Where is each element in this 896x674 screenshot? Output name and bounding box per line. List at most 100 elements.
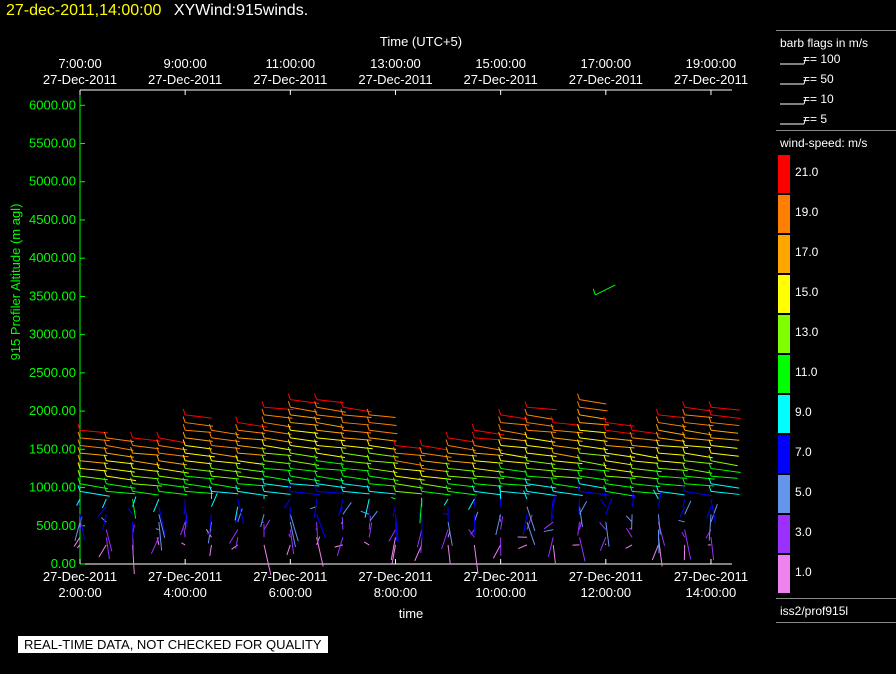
wind-barb [237, 445, 266, 450]
wind-barb [342, 429, 372, 434]
x-tick-time: 12:00:00 [581, 585, 632, 600]
barb-flag [314, 393, 318, 400]
wind-barb [552, 544, 556, 564]
barb-legend-label: == 50 [803, 72, 834, 86]
color-legend-label: 7.0 [795, 445, 812, 459]
wind-barb [518, 544, 528, 549]
color-legend-label: 5.0 [795, 485, 812, 499]
wind-barb [158, 521, 163, 551]
wind-barb [185, 437, 213, 442]
wind-barb [150, 537, 160, 554]
wind-profiler-chart: 0.00500.001000.001500.002000.002500.0030… [8, 34, 748, 621]
barb-flag [261, 431, 265, 439]
wind-barb [211, 475, 239, 480]
barb-flag [524, 416, 528, 423]
wind-barb [391, 496, 396, 500]
wind-barb [79, 445, 108, 450]
wind-barb [579, 437, 608, 442]
wind-barb [658, 452, 685, 456]
wind-barb [684, 460, 713, 465]
wind-barb [526, 406, 557, 411]
quality-disclaimer: REAL-TIME DATA, NOT CHECKED FOR QUALITY [18, 636, 328, 653]
wind-barb [263, 467, 292, 472]
barb-flag [393, 446, 396, 454]
wind-barb [286, 544, 291, 556]
wind-barb [363, 541, 370, 546]
wind-barb [106, 445, 134, 451]
wind-barb [395, 490, 423, 495]
barb-flag [182, 477, 186, 484]
wind-barb [553, 422, 580, 426]
barb-flag [708, 401, 712, 408]
barb-flag [366, 454, 370, 461]
wind-barb [710, 490, 740, 495]
top-tick-time: 7:00:00 [58, 56, 101, 71]
y-tick-label: 2000.00 [29, 403, 76, 418]
barb-flag [235, 416, 239, 423]
barb-flag [235, 424, 239, 431]
wind-barb [625, 544, 633, 549]
wind-barb [526, 475, 557, 479]
wind-barb [210, 493, 218, 507]
barb-flag [261, 408, 265, 416]
wind-barb [684, 429, 712, 436]
wind-barb [442, 513, 449, 515]
barb-flag [550, 446, 554, 454]
color-legend-label: 1.0 [795, 565, 812, 579]
wind-barb [421, 445, 448, 451]
barb-legend-label: == 10 [803, 92, 834, 106]
wind-barb [237, 452, 266, 456]
top-tick-date: 27-Dec-2011 [253, 72, 327, 87]
wind-barb [237, 475, 265, 481]
wind-barb [473, 514, 476, 535]
wind-barb [395, 445, 422, 450]
wind-barb [132, 521, 134, 539]
wind-barb [342, 502, 352, 515]
wind-barb [710, 537, 715, 561]
barb-flag [445, 454, 449, 461]
barb-flag [340, 485, 344, 492]
wind-barb [315, 528, 317, 530]
wind-barb [288, 533, 291, 538]
wind-barb [447, 544, 451, 565]
wind-barb [316, 422, 344, 428]
wind-barb [369, 490, 396, 495]
legend-divider-mid [776, 130, 896, 131]
wind-barb [710, 437, 740, 441]
wind-barb [313, 498, 318, 518]
wind-barb [632, 460, 659, 464]
wind-barb [526, 445, 554, 450]
wind-barb [658, 422, 687, 428]
wind-barb [441, 529, 449, 550]
barb-flag [682, 446, 686, 454]
wind-barb [132, 483, 162, 487]
color-legend-label: 11.0 [795, 365, 818, 379]
barb-flag [130, 485, 134, 492]
wind-barb [132, 437, 161, 442]
top-tick-time: 13:00:00 [370, 56, 421, 71]
wind-barb [447, 445, 477, 451]
wind-barb [290, 437, 318, 443]
barb-flag [655, 408, 659, 416]
barb-flag [130, 439, 134, 446]
wind-barb [185, 460, 212, 465]
barb-flag [208, 439, 212, 446]
wind-barb [342, 483, 371, 488]
x-tick-time: 4:00:00 [163, 585, 206, 600]
wind-barb [364, 498, 370, 518]
barb-flag [182, 454, 186, 461]
barb-flag [498, 408, 502, 416]
barb-flag [314, 401, 318, 408]
wind-barb [316, 460, 344, 465]
wind-barb [605, 498, 613, 515]
wind-barb [262, 521, 265, 524]
barb-flag [340, 454, 344, 461]
wind-barb [185, 422, 214, 427]
wind-barb [106, 452, 134, 458]
wind-barb [710, 452, 739, 457]
color-swatch [778, 475, 790, 513]
wind-barb [447, 437, 475, 443]
barb-flag [182, 446, 186, 454]
wind-barb [263, 437, 293, 444]
wind-barb [604, 491, 607, 500]
